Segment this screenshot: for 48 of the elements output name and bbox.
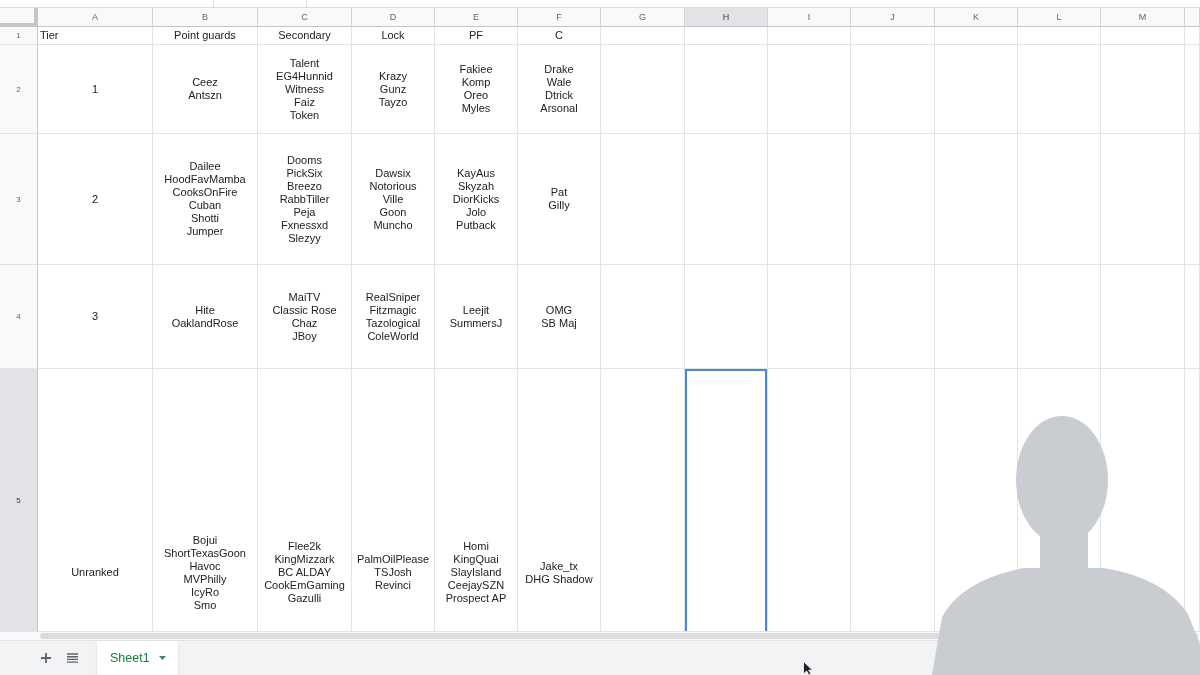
column-header[interactable]: D: [352, 8, 435, 27]
column-header[interactable]: H: [685, 8, 768, 27]
table-cell: 2: [38, 134, 153, 265]
column-header[interactable]: B: [153, 8, 258, 27]
column-header[interactable]: G: [601, 8, 685, 27]
table-cell: Dooms PickSix Breezo RabbTiller Peja Fxnessxd Slezyy: [258, 134, 352, 265]
row-header[interactable]: 3: [0, 134, 38, 265]
column-header[interactable]: I: [768, 8, 851, 27]
column-header[interactable]: A: [38, 8, 153, 27]
table-cell: Dawsix Notorious Ville Goon Muncho: [352, 134, 435, 265]
table-cell: 1: [38, 45, 153, 134]
table-cell: Hite OaklandRose: [153, 265, 258, 369]
column-header[interactable]: K: [935, 8, 1018, 27]
column-heading-cell: Lock: [352, 27, 435, 45]
table-cell: Talent EG4Hunnid Witness Faiz Token: [258, 45, 352, 134]
table-cell: RealSniper Fitzmagic Tazological ColeWorld: [352, 265, 435, 369]
table-cell: OMG SB Maj: [518, 265, 601, 369]
table-cell: 3: [38, 265, 153, 369]
column-heading-cell: Tier: [38, 27, 153, 45]
table-cell: Krazy Gunz Tayzo: [352, 45, 435, 134]
table-cell: MaiTV Classic Rose Chaz JBoy: [258, 265, 352, 369]
row-header[interactable]: 2: [0, 45, 38, 134]
sheet-tab[interactable]: Sheet1: [97, 641, 178, 675]
column-heading-cell: C: [518, 27, 601, 45]
plus-icon: [41, 653, 51, 663]
column-header[interactable]: C: [258, 8, 352, 27]
column-header[interactable]: F: [518, 8, 601, 27]
column-header[interactable]: J: [851, 8, 935, 27]
column-header[interactable]: L: [1018, 8, 1101, 27]
table-cell: Dailee HoodFavMamba CooksOnFire Cuban Shotti Jumper: [153, 134, 258, 265]
row-header[interactable]: 1: [0, 27, 38, 45]
caret-icon: [158, 656, 166, 660]
list-icon: [66, 653, 78, 663]
table-cell: Leejit SummersJ: [435, 265, 518, 369]
table-cell: Drake Wale Dtrick Arsonal: [518, 45, 601, 134]
row-header[interactable]: 5: [0, 369, 38, 632]
table-cell: Ceez Antszn: [153, 45, 258, 134]
column-heading-cell: Point guards: [153, 27, 258, 45]
column-heading-cell: Secondary: [258, 27, 352, 45]
table-cell: Fakiee Komp Oreo Myles: [435, 45, 518, 134]
selected-cell[interactable]: [685, 369, 768, 632]
cursor-icon: [803, 661, 813, 675]
table-cell: Pat Gilly: [518, 134, 601, 265]
column-header[interactable]: M: [1101, 8, 1185, 27]
table-cell: KayAus Skyzah DiorKicks Jolo Putback: [435, 134, 518, 265]
column-heading-cell: PF: [435, 27, 518, 45]
column-header[interactable]: E: [435, 8, 518, 27]
row-header[interactable]: 4: [0, 265, 38, 369]
